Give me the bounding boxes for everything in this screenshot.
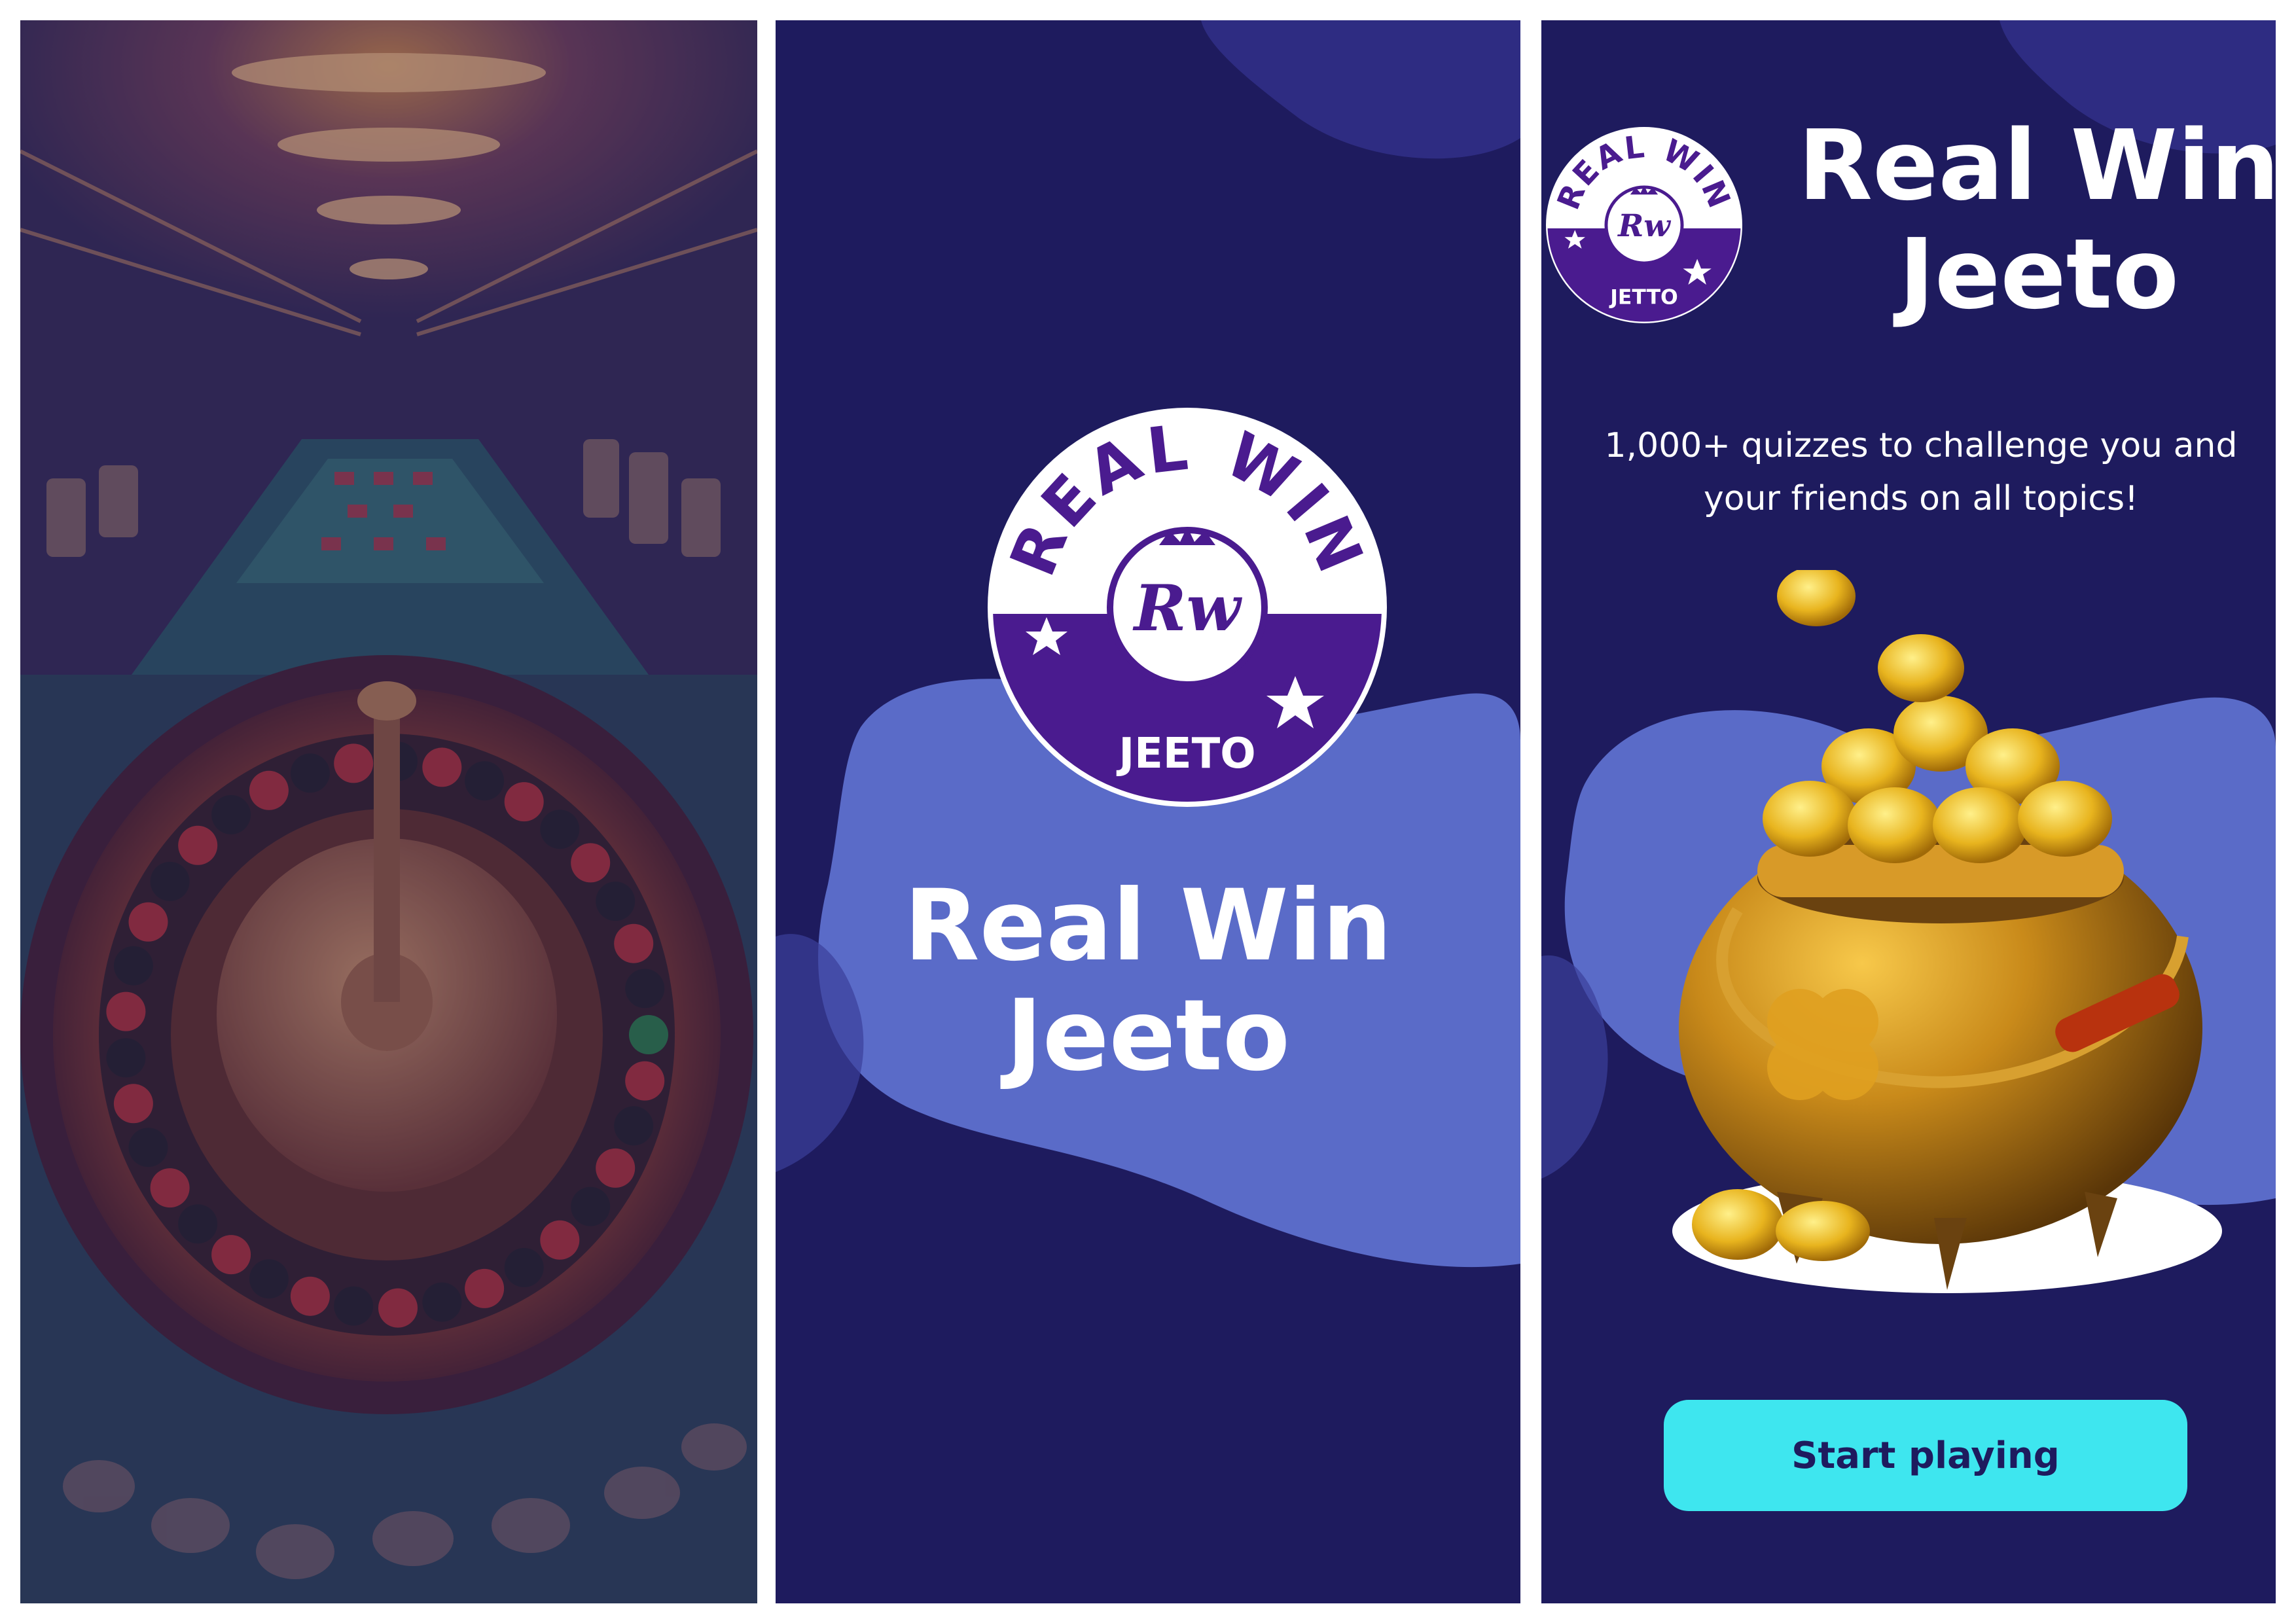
app-title-line1: Real Win bbox=[904, 869, 1392, 983]
welcome-screen: REAL WIN Rw JETTO Real Win Jeeto 1,000+ … bbox=[1541, 20, 2276, 1603]
logo-monogram: Rw bbox=[1132, 571, 1243, 645]
app-title-line2: Jeeto bbox=[1005, 979, 1291, 1093]
background-blobs bbox=[776, 20, 1520, 1268]
real-win-jetto-logo: REAL WIN Rw JETTO bbox=[1546, 127, 1742, 323]
clover-icon bbox=[1767, 989, 1878, 1100]
pot-of-gold-illustration bbox=[1672, 570, 2222, 1293]
tagline: 1,000+ quizzes to challenge you and your… bbox=[1594, 419, 2248, 525]
app-title: Real Win Jeeto bbox=[776, 871, 1520, 1091]
app-title: Real Win Jeeto bbox=[1777, 109, 2276, 330]
tagline-line2: your friends on all topics! bbox=[1704, 478, 2138, 518]
splash-screen: REAL WIN Rw JEETO Real Win Jeeto bbox=[776, 20, 1520, 1603]
casino-background-screen bbox=[20, 20, 757, 1603]
logo-bottom-text: JEETO bbox=[1116, 730, 1255, 778]
logo-monogram: Rw bbox=[1617, 208, 1671, 244]
roulette-casino-image bbox=[20, 20, 757, 1603]
tagline-line1: 1,000+ quizzes to challenge you and bbox=[1604, 426, 2238, 465]
logo-bottom-text: JETTO bbox=[1609, 285, 1678, 309]
app-title-line1: Real Win bbox=[1798, 109, 2276, 222]
real-win-jeeto-logo: REAL WIN Rw JEETO bbox=[988, 408, 1387, 807]
start-playing-button[interactable]: Start playing bbox=[1664, 1400, 2187, 1511]
app-title-line2: Jeeto bbox=[1898, 217, 2179, 330]
